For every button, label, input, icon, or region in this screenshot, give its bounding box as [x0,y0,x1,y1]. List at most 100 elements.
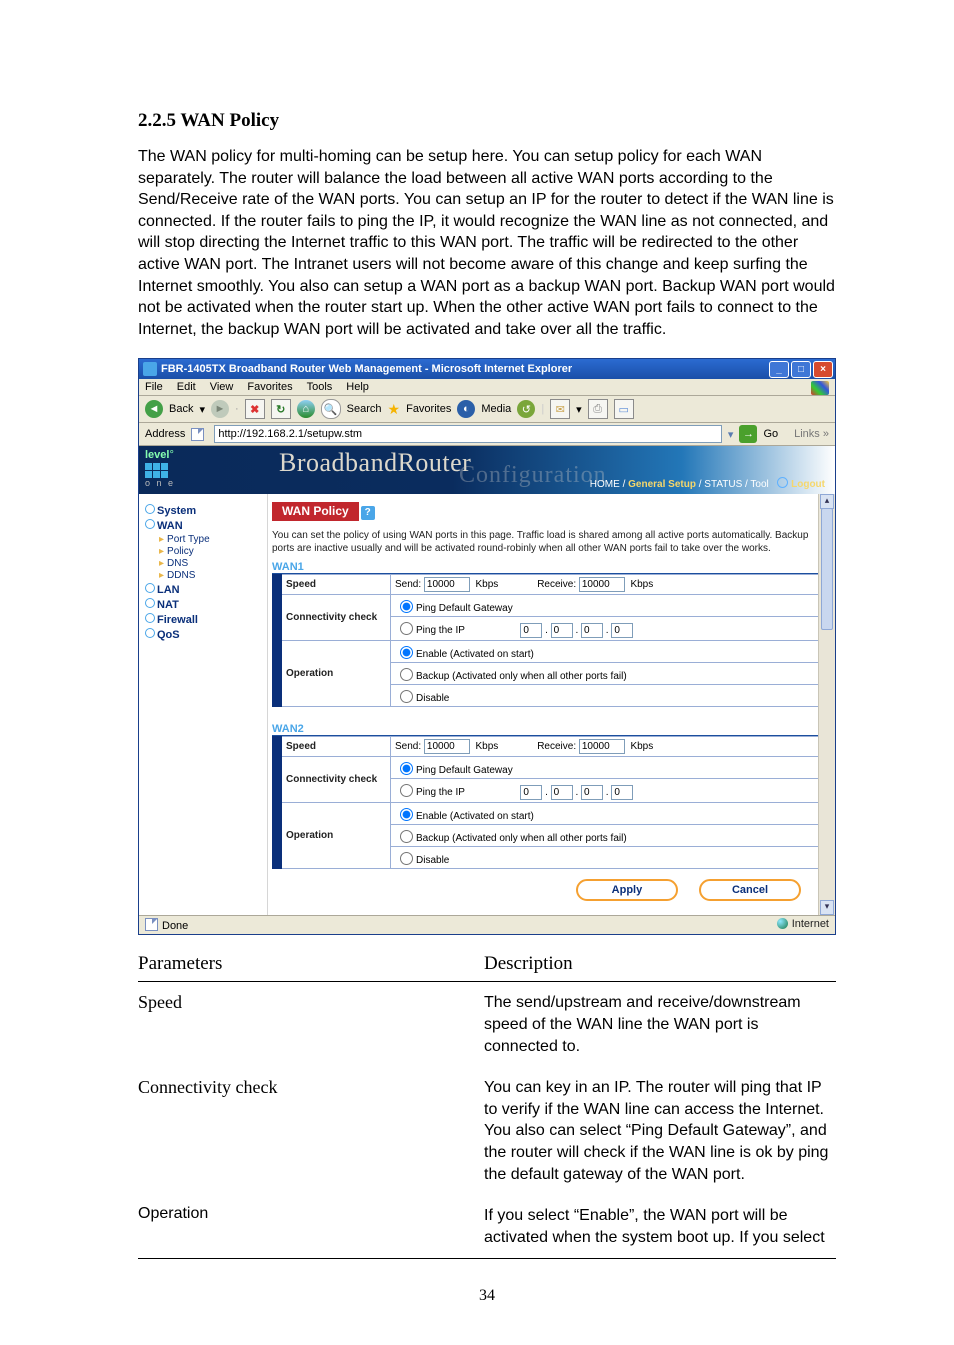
apply-button[interactable]: Apply [576,879,678,901]
sidebar-item-wan[interactable]: WAN [145,519,263,532]
wan2-ip-4[interactable] [611,785,633,800]
sidebar-item-nat[interactable]: NAT [145,598,263,611]
help-icon[interactable]: ? [361,506,375,520]
forward-button[interactable]: ► [211,400,229,418]
router-banner: level° o n e BroadbandRouter Configurati… [139,446,835,494]
wan2-table: Speed Send: Kbps Receive: Kbps Connectiv… [272,736,819,869]
refresh-button[interactable]: ↻ [271,399,291,419]
wan1-ip-4[interactable] [611,623,633,638]
wan1-header: WAN1 [272,561,819,574]
wan2-ping-gw-radio[interactable] [400,762,413,775]
sidebar-item-port-type[interactable]: ▸Port Type [159,534,263,545]
section-heading: 2.2.5 WAN Policy [138,110,836,132]
wan2-backup-radio[interactable] [400,830,413,843]
logout-icon [777,477,788,488]
wan1-ping-gw-radio[interactable] [400,600,413,613]
sidebar-item-lan[interactable]: LAN [145,583,263,596]
banner-title: BroadbandRouter [279,448,471,478]
wan1-disable-radio[interactable] [400,690,413,703]
param-name: Operation [138,1195,484,1259]
status-zone: Internet [792,918,829,930]
wan1-ip-1[interactable] [520,623,542,638]
menu-bar: File Edit View Favorites Tools Help [139,379,835,396]
sidebar: System WAN ▸Port Type ▸Policy ▸DNS ▸DDNS… [139,494,268,915]
home-button[interactable]: ⌂ [297,400,315,418]
wan1-recv-input[interactable] [579,577,625,592]
favorites-label[interactable]: Favorites [406,403,451,415]
wan1-ip-3[interactable] [581,623,603,638]
wan2-disable-radio[interactable] [400,852,413,865]
wan1-backup-radio[interactable] [400,668,413,681]
sidebar-item-ddns[interactable]: ▸DDNS [159,570,263,581]
wan1-op-label: Operation [282,641,391,707]
edit-button[interactable]: ▭ [614,399,634,419]
go-button[interactable]: → [739,425,757,443]
menu-favorites[interactable]: Favorites [247,381,292,393]
wan1-enable-radio[interactable] [400,646,413,659]
wan2-send-input[interactable] [424,739,470,754]
media-icon[interactable]: ◐ [457,400,475,418]
cancel-button[interactable]: Cancel [699,879,801,901]
search-label[interactable]: Search [347,403,382,415]
scrollbar[interactable]: ▴ ▾ [818,494,835,915]
back-label[interactable]: Back [169,403,193,415]
stop-button[interactable]: ✖ [245,399,265,419]
embedded-screenshot: FBR-1405TX Broadband Router Web Manageme… [138,358,836,935]
status-page-icon [145,918,158,931]
wan2-ip-1[interactable] [520,785,542,800]
params-header-right: Description [484,949,836,982]
wan2-ip-2[interactable] [551,785,573,800]
menu-file[interactable]: File [145,381,163,393]
links-label[interactable]: Links » [794,428,829,440]
wan2-conn-label: Connectivity check [282,757,391,803]
wan2-ping-ip-radio[interactable] [400,784,413,797]
menu-view[interactable]: View [210,381,234,393]
menu-edit[interactable]: Edit [177,381,196,393]
search-icon[interactable]: 🔍 [321,399,341,419]
wan2-enable-radio[interactable] [400,808,413,821]
wan1-ping-ip-radio[interactable] [400,622,413,635]
wan1-speed-label: Speed [282,575,391,595]
window-titlebar: FBR-1405TX Broadband Router Web Manageme… [139,359,835,379]
address-dropdown-icon[interactable]: ▾ [728,428,734,441]
page-title: WAN Policy [272,502,359,521]
param-name: Speed [138,982,484,1067]
wan1-send-input[interactable] [424,577,470,592]
page-number: 34 [138,1287,836,1305]
media-label[interactable]: Media [481,403,511,415]
crumb-status[interactable]: STATUS [704,479,742,490]
menu-help[interactable]: Help [346,381,369,393]
wan2-ip-3[interactable] [581,785,603,800]
logout-link[interactable]: Logout [791,479,825,490]
scroll-down-icon[interactable]: ▾ [820,900,834,915]
sidebar-item-firewall[interactable]: Firewall [145,613,263,626]
close-button[interactable]: × [813,361,833,378]
windows-flag-icon [811,381,829,395]
banner-subtitle: Configuration [459,462,607,489]
favorites-star-icon[interactable]: ★ [388,401,401,418]
go-label[interactable]: Go [763,428,778,440]
history-button[interactable]: ↺ [517,400,535,418]
print-button[interactable]: ⎙ [588,399,608,419]
crumb-tool[interactable]: Tool [750,479,768,490]
page-icon [191,428,204,441]
wan1-ip-2[interactable] [551,623,573,638]
scroll-thumb[interactable] [821,508,833,630]
sidebar-item-dns[interactable]: ▸DNS [159,558,263,569]
sidebar-item-policy[interactable]: ▸Policy [159,546,263,557]
scroll-up-icon[interactable]: ▴ [820,494,834,509]
parameters-table: Parameters Description Speed The send/up… [138,949,836,1259]
maximize-button[interactable]: □ [791,361,811,378]
menu-tools[interactable]: Tools [307,381,333,393]
param-desc: The send/upstream and receive/downstream… [484,982,836,1067]
mail-button[interactable]: ✉ [550,399,570,419]
back-button[interactable]: ◄ [145,400,163,418]
minimize-button[interactable]: _ [769,361,789,378]
address-input[interactable] [214,425,722,443]
sidebar-item-qos[interactable]: QoS [145,628,263,641]
param-desc: If you select “Enable”, the WAN port wil… [484,1195,836,1259]
sidebar-item-system[interactable]: System [145,504,263,517]
crumb-home[interactable]: HOME [590,479,620,490]
wan2-recv-input[interactable] [579,739,625,754]
crumb-general-setup[interactable]: General Setup [628,479,696,490]
